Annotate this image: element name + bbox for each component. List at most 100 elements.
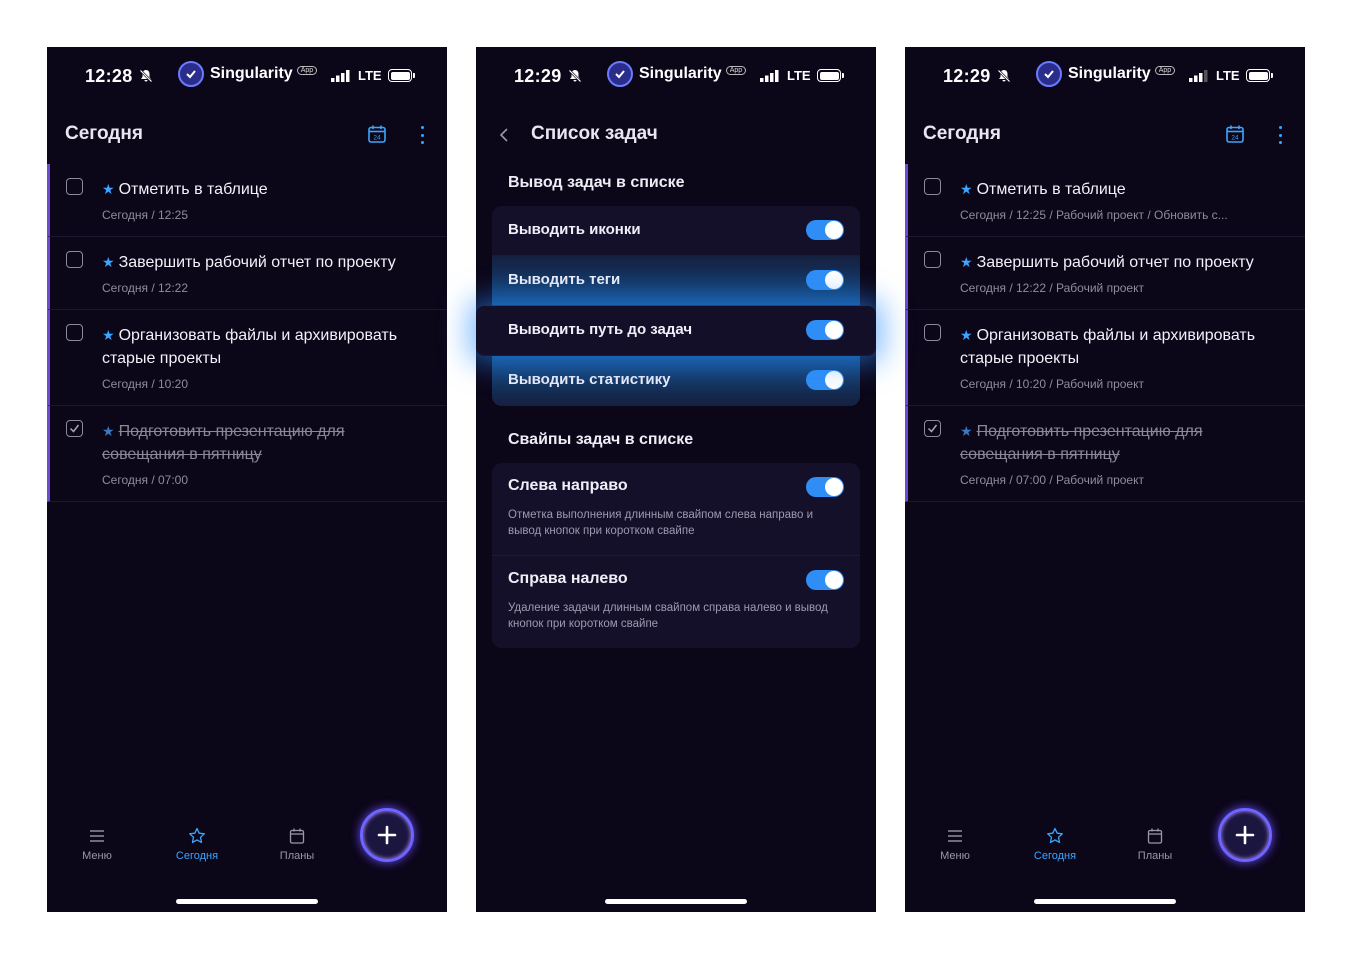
setting-row-swipe-right-left[interactable]: Справа налево Удаление задачи длинным св… — [492, 556, 860, 648]
app-check-icon — [607, 61, 633, 87]
setting-label: Выводить статистику — [508, 371, 671, 388]
status-time: 12:28 — [85, 66, 133, 86]
signal-icon — [760, 70, 779, 82]
task-title: Завершить рабочий отчет по проекту — [976, 254, 1254, 271]
setting-row-swipe-left-right[interactable]: Слева направо Отметка выполнения длинным… — [492, 463, 860, 556]
status-bar: 12:29 Singularity App LTE — [905, 47, 1305, 107]
setting-row-tags[interactable]: Выводить теги — [492, 256, 860, 306]
task-item[interactable]: ★ Завершить рабочий отчет по проекту Сего… — [905, 237, 1305, 310]
app-check-icon — [178, 61, 204, 87]
network-type: LTE — [358, 68, 382, 83]
swipe-settings-card: Слева направо Отметка выполнения длинным… — [492, 463, 860, 648]
toggle-switch[interactable] — [806, 477, 844, 497]
star-icon: ★ — [102, 254, 115, 270]
task-title: Отметить в таблице — [118, 181, 268, 198]
star-icon: ★ — [102, 327, 115, 343]
task-item[interactable]: ★ Отметить в таблице Сегодня / 12:25 — [47, 164, 447, 237]
nav-plans-label: Планы — [279, 850, 315, 862]
task-meta: Сегодня / 12:22 — [102, 281, 189, 295]
task-checkbox[interactable] — [924, 178, 941, 195]
app-tag: App — [725, 65, 747, 75]
more-options-icon[interactable] — [417, 126, 427, 144]
setting-row-path[interactable]: Выводить путь до задач — [476, 306, 876, 356]
task-item[interactable]: ★ Организовать файлы и архивировать стары… — [47, 310, 447, 406]
toggle-switch[interactable] — [806, 270, 844, 290]
nav-plans[interactable]: Планы — [1115, 827, 1195, 862]
task-list: ★ Отметить в таблице Сегодня / 12:25 ★ Зав… — [47, 164, 447, 502]
toggle-switch[interactable] — [806, 220, 844, 240]
toggle-switch[interactable] — [806, 320, 844, 340]
network-type: LTE — [787, 68, 811, 83]
task-list: ★ Отметить в таблице Сегодня / 12:25 / Ра… — [905, 164, 1305, 502]
calendar-icon[interactable]: 24 — [367, 124, 387, 144]
nav-menu[interactable]: Меню — [915, 827, 995, 862]
home-indicator — [1034, 899, 1176, 904]
task-item[interactable]: ★ Завершить рабочий отчет по проекту Сего… — [47, 237, 447, 310]
setting-description: Удаление задачи длинным свайпом справа н… — [508, 602, 828, 630]
task-title: Подготовить презентацию для совещания в … — [960, 423, 1203, 463]
task-item-completed[interactable]: ★ Подготовить презентацию для совещания в… — [47, 406, 447, 502]
battery-icon — [388, 69, 415, 82]
task-meta: Сегодня / 07:00 / Рабочий проект — [960, 473, 1144, 487]
bell-muted-icon — [997, 69, 1011, 83]
status-time: 12:29 — [943, 66, 991, 86]
more-options-icon[interactable] — [1275, 126, 1285, 144]
signal-icon — [1189, 70, 1208, 82]
nav-today-label: Сегодня — [1033, 850, 1077, 862]
toggle-switch[interactable] — [806, 370, 844, 390]
task-title: Отметить в таблице — [976, 181, 1126, 198]
network-type: LTE — [1216, 68, 1240, 83]
setting-label: Выводить путь до задач — [508, 321, 693, 338]
task-checkbox[interactable] — [66, 178, 83, 195]
nav-plans[interactable]: Планы — [257, 827, 337, 862]
svg-text:24: 24 — [373, 135, 381, 142]
calendar-icon[interactable]: 24 — [1225, 124, 1245, 144]
setting-row-icons[interactable]: Выводить иконки — [492, 206, 860, 256]
back-chevron-icon[interactable] — [498, 127, 510, 143]
plus-icon — [1235, 825, 1255, 845]
task-checkbox[interactable] — [66, 251, 83, 268]
battery-icon — [1246, 69, 1273, 82]
task-checkbox[interactable] — [66, 324, 83, 341]
nav-menu[interactable]: Меню — [57, 827, 137, 862]
output-settings-card: Выводить иконки Выводить теги Выводить п… — [476, 206, 876, 406]
phone-screen-settings: 12:29 Singularity App LTE Список задач В… — [476, 47, 876, 912]
nav-today[interactable]: Сегодня — [157, 827, 237, 862]
nav-plans-label: Планы — [1137, 850, 1173, 862]
task-item-completed[interactable]: ★ Подготовить презентацию для совещания в… — [905, 406, 1305, 502]
home-indicator — [176, 899, 318, 904]
setting-description: Отметка выполнения длинным свайпом слева… — [508, 509, 814, 537]
task-title: Организовать файлы и архивировать старые… — [960, 327, 1256, 367]
add-task-button[interactable] — [1218, 808, 1272, 862]
setting-row-stats[interactable]: Выводить статистику — [492, 356, 860, 406]
menu-icon — [90, 830, 104, 842]
task-item[interactable]: ★ Организовать файлы и архивировать стары… — [905, 310, 1305, 406]
phone-screen-today-with-path: 12:29 Singularity App LTE Сегодня 24 ★ От… — [905, 47, 1305, 912]
app-name: Singularity — [639, 65, 722, 82]
task-meta: Сегодня / 12:25 / Рабочий проект / Обнов… — [960, 208, 1228, 222]
calendar-outline-icon — [289, 828, 305, 844]
add-task-button[interactable] — [360, 808, 414, 862]
bell-muted-icon — [568, 69, 582, 83]
nav-menu-label: Меню — [82, 850, 112, 862]
task-item[interactable]: ★ Отметить в таблице Сегодня / 12:25 / Ра… — [905, 164, 1305, 237]
task-meta: Сегодня / 10:20 / Рабочий проект — [960, 377, 1144, 391]
setting-label: Выводить теги — [508, 271, 621, 288]
app-indicator: Singularity App — [178, 61, 318, 87]
setting-label: Слева направо — [508, 477, 628, 494]
task-checkbox[interactable] — [924, 324, 941, 341]
nav-today[interactable]: Сегодня — [1015, 827, 1095, 862]
app-indicator: Singularity App — [607, 61, 747, 87]
status-time: 12:29 — [514, 66, 562, 86]
task-checkbox[interactable] — [924, 251, 941, 268]
star-icon: ★ — [102, 423, 115, 439]
task-meta: Сегодня / 07:00 — [102, 473, 189, 487]
task-checkbox-checked[interactable] — [924, 420, 941, 437]
toggle-switch[interactable] — [806, 570, 844, 590]
status-bar: 12:28 Singularity App LTE — [47, 47, 447, 107]
star-icon: ★ — [960, 327, 973, 343]
home-indicator — [605, 899, 747, 904]
task-checkbox-checked[interactable] — [66, 420, 83, 437]
page-title: Сегодня — [923, 123, 1001, 144]
app-check-icon — [1036, 61, 1062, 87]
